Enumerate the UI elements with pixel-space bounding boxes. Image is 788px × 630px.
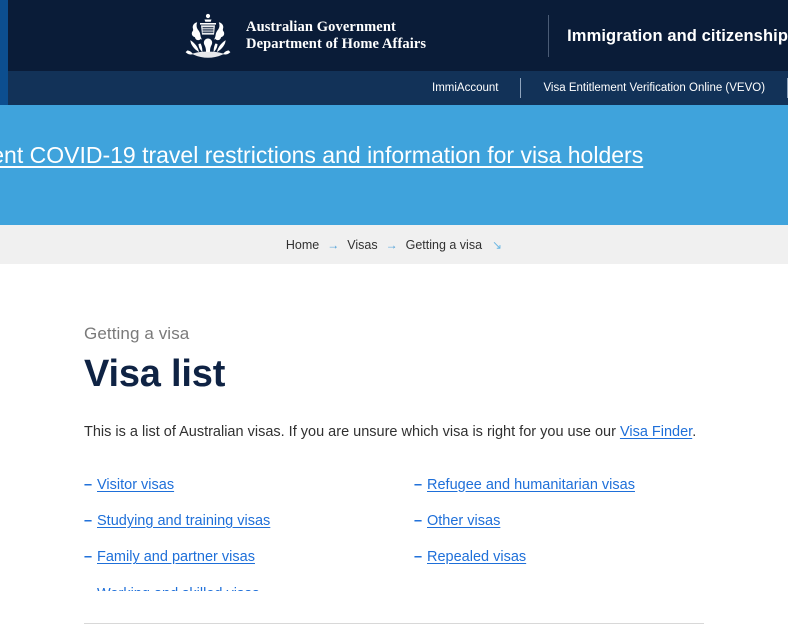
- dash-bullet-icon: –: [84, 476, 93, 493]
- page-title: Visa list: [84, 353, 226, 395]
- breadcrumb-item-getting-a-visa[interactable]: Getting a visa: [406, 238, 482, 252]
- breadcrumb-item-home[interactable]: Home: [286, 238, 319, 252]
- visa-list-left: – Visitor visas – Studying and training …: [84, 477, 414, 591]
- government-lockup-text: Australian Government Department of Home…: [246, 19, 530, 53]
- government-name: Australian Government: [246, 19, 396, 36]
- visa-finder-link[interactable]: Visa Finder: [620, 424, 692, 440]
- utility-navigation: ImmiAccount Visa Entitlement Verificatio…: [0, 71, 788, 105]
- visa-link-visitor-visas[interactable]: Visitor visas: [97, 477, 174, 494]
- list-item: – Refugee and humanitarian visas: [414, 477, 744, 494]
- utility-nav-items: ImmiAccount Visa Entitlement Verificatio…: [410, 71, 788, 105]
- list-item: – Other visas: [414, 513, 744, 530]
- visa-list-right: – Refugee and humanitarian visas – Other…: [414, 477, 744, 567]
- visa-link-refugee-and-humanitarian-visas[interactable]: Refugee and humanitarian visas: [427, 477, 635, 494]
- section-eyebrow: Getting a visa: [84, 324, 190, 343]
- dash-bullet-icon: –: [414, 512, 423, 529]
- list-item: – Visitor visas: [84, 477, 414, 494]
- breadcrumb-bar: Home → Visas → Getting a visa ↘: [0, 225, 788, 264]
- covid-alert-banner: Australian Government COVID-19 travel re…: [0, 105, 788, 225]
- intro-text-after: .: [692, 423, 697, 440]
- breadcrumb-item-visas[interactable]: Visas: [347, 238, 377, 252]
- visa-link-repealed-visas[interactable]: Repealed visas: [427, 549, 526, 566]
- utility-link-immiaccount[interactable]: ImmiAccount: [410, 71, 520, 105]
- page-left-edge-strip: [0, 0, 8, 105]
- visa-link-other-visas[interactable]: Other visas: [427, 513, 500, 530]
- breadcrumb: Home → Visas → Getting a visa ↘: [286, 238, 502, 252]
- visa-column-right: – Refugee and humanitarian visas – Other…: [414, 477, 744, 591]
- list-item: – Family and partner visas: [84, 549, 414, 566]
- site-masthead: Australian Government Department of Home…: [0, 0, 788, 71]
- visa-link-family-and-partner-visas[interactable]: Family and partner visas: [97, 549, 255, 566]
- site-name: Immigration and citizenship: [567, 26, 788, 45]
- visa-category-columns: – Visitor visas – Studying and training …: [84, 477, 744, 591]
- list-item: – Studying and training visas: [84, 513, 414, 530]
- intro-text-before: This is a list of Australian visas. If y…: [84, 423, 620, 440]
- masthead-lockup[interactable]: Australian Government Department of Home…: [178, 11, 788, 61]
- dash-bullet-icon: –: [84, 586, 97, 591]
- list-item: – Working and skilled visas: [84, 586, 414, 591]
- masthead-divider: [548, 15, 550, 57]
- dash-bullet-icon: –: [414, 476, 423, 493]
- dash-bullet-icon: –: [84, 512, 93, 529]
- intro-paragraph: This is a list of Australian visas. If y…: [84, 422, 788, 444]
- dash-bullet-icon: –: [84, 549, 93, 566]
- arrow-down-right-icon: ↘: [492, 237, 503, 252]
- covid-banner-link[interactable]: Australian Government COVID-19 travel re…: [0, 138, 668, 172]
- visa-link-studying-and-training-visas[interactable]: Studying and training visas: [97, 513, 270, 530]
- australian-coat-of-arms-icon: [178, 12, 238, 60]
- department-name: Department of Home Affairs: [246, 36, 427, 52]
- visa-column-left: – Visitor visas – Studying and training …: [84, 477, 414, 591]
- dash-bullet-icon: –: [414, 549, 423, 566]
- content-bottom-divider: [84, 623, 704, 624]
- main-content: Getting a visa Visa list This is a list …: [0, 264, 788, 591]
- arrow-right-icon: →: [385, 237, 398, 252]
- arrow-right-icon: →: [327, 237, 340, 252]
- utility-link-vevo[interactable]: Visa Entitlement Verification Online (VE…: [521, 71, 787, 105]
- visa-link-working-and-skilled-visas[interactable]: Working and skilled visas: [97, 586, 260, 591]
- list-item: – Repealed visas: [414, 549, 744, 566]
